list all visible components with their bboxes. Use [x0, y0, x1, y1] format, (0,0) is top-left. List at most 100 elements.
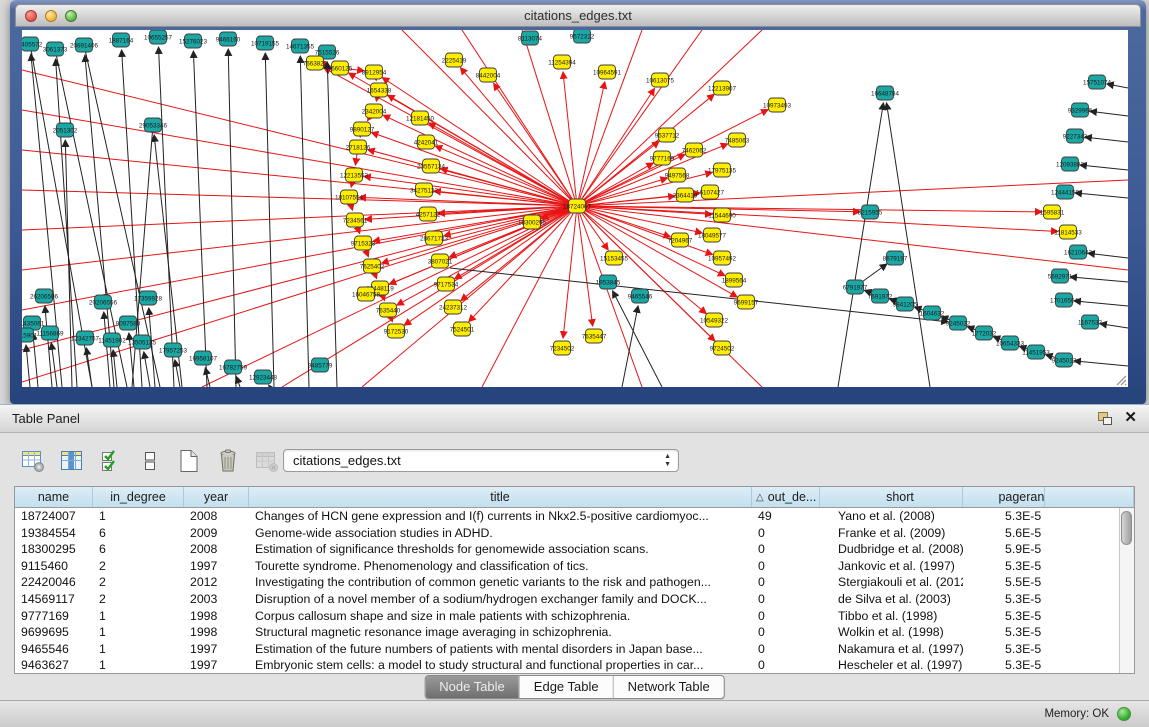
- graph-node[interactable]: 1899564: [722, 273, 747, 287]
- graph-node[interactable]: 1595831: [1040, 205, 1065, 219]
- graph-node[interactable]: 17016504: [1050, 293, 1079, 307]
- graph-node[interactable]: 11254394: [548, 55, 576, 69]
- graph-node[interactable]: 16782759: [219, 360, 248, 374]
- graph-node[interactable]: 9329966: [1068, 103, 1093, 117]
- graph-node[interactable]: 7234502: [550, 341, 575, 355]
- table-row[interactable]: 1456911722003Disruption of a novel membe…: [15, 591, 1134, 608]
- show-columns-icon[interactable]: [59, 448, 85, 474]
- graph-node[interactable]: 1167533: [1078, 315, 1103, 329]
- graph-node[interactable]: 17957253: [159, 343, 188, 357]
- graph-node[interactable]: 8912954: [362, 65, 387, 79]
- graph-node[interactable]: 8215955: [858, 205, 883, 219]
- float-panel-icon[interactable]: [1097, 411, 1113, 426]
- table-row[interactable]: 1872400712008Changes of HCN gene express…: [15, 508, 1134, 525]
- graph-node[interactable]: 10964591: [593, 65, 622, 79]
- import-table-disabled-icon[interactable]: [254, 448, 280, 474]
- graph-node[interactable]: 18049577: [698, 228, 727, 242]
- graph-node[interactable]: 11544690: [708, 208, 736, 222]
- graph-node[interactable]: 9466160: [216, 32, 241, 46]
- graph-node[interactable]: 7691972: [868, 289, 893, 303]
- graph-node[interactable]: 12093882: [1056, 157, 1085, 171]
- column-header-short[interactable]: short: [820, 487, 963, 507]
- column-header-in_degree[interactable]: in_degree: [93, 487, 184, 507]
- network-canvas[interactable]: 2405572306137320691406188716410655257152…: [22, 30, 1128, 387]
- resize-grip-icon[interactable]: [1114, 373, 1127, 386]
- graph-node[interactable]: 20557134: [417, 159, 446, 173]
- graph-node[interactable]: 10957492: [708, 251, 737, 265]
- table-row[interactable]: 1830029562008Estimation of significance …: [15, 541, 1134, 558]
- table-row[interactable]: 946554611997Estimation of the future num…: [15, 641, 1134, 658]
- graph-node[interactable]: 5692971: [1048, 269, 1073, 283]
- graph-node[interactable]: 8442004: [476, 68, 501, 82]
- graph-node[interactable]: 17975135: [708, 163, 737, 177]
- graph-node[interactable]: 7524501: [450, 322, 475, 336]
- graph-node[interactable]: 8679197: [883, 251, 908, 265]
- graph-node[interactable]: 9572312: [570, 30, 595, 43]
- graph-node[interactable]: 9699157: [734, 295, 759, 309]
- graph-node[interactable]: 3807021: [428, 254, 453, 268]
- graph-node[interactable]: 12213907: [708, 81, 737, 95]
- graph-node[interactable]: 9172530: [384, 324, 409, 338]
- graph-node[interactable]: 16210643: [1064, 245, 1093, 259]
- graph-node[interactable]: 11451953: [1022, 345, 1050, 359]
- graph-node[interactable]: 9724502: [710, 341, 735, 355]
- graph-node[interactable]: 34275122: [410, 183, 439, 197]
- graph-node[interactable]: 4242041: [414, 135, 439, 149]
- delete-table-icon[interactable]: [215, 448, 241, 474]
- tab-edge-table[interactable]: Edge Table: [520, 676, 614, 698]
- graph-node[interactable]: 2225419: [442, 53, 467, 67]
- graph-node[interactable]: 10719155: [251, 36, 280, 50]
- graph-node[interactable]: 9497568: [665, 168, 690, 182]
- graph-node[interactable]: 29053346: [139, 118, 168, 132]
- graph-node[interactable]: 12342757: [71, 331, 100, 345]
- table-row[interactable]: 977716911998Corpus callosum shape and si…: [15, 608, 1134, 625]
- graph-node[interactable]: 7204967: [668, 233, 693, 247]
- graph-node[interactable]: 7625402: [360, 259, 385, 273]
- graph-node[interactable]: 4257122: [416, 207, 441, 221]
- graph-node[interactable]: 14671355: [286, 39, 315, 53]
- graph-node[interactable]: 15153455: [600, 251, 629, 265]
- create-table-icon[interactable]: [176, 448, 202, 474]
- graph-node[interactable]: 9841205: [893, 297, 918, 311]
- graph-node[interactable]: 11814533: [1054, 225, 1082, 239]
- graph-node[interactable]: 12181450: [406, 111, 435, 125]
- table-row[interactable]: 2242004622012Investigating the contribut…: [15, 574, 1134, 591]
- graph-node[interactable]: 18107554: [335, 190, 364, 204]
- graph-node[interactable]: 7462062: [682, 143, 707, 157]
- tab-network-table[interactable]: Network Table: [614, 676, 724, 698]
- table-settings-icon[interactable]: [20, 448, 46, 474]
- graph-node[interactable]: 2718126: [346, 140, 371, 154]
- graph-node[interactable]: 1953845: [596, 275, 621, 289]
- graph-node[interactable]: 8113074: [518, 31, 543, 45]
- scrollbar-thumb[interactable]: [1121, 511, 1132, 545]
- window-titlebar[interactable]: citations_edges.txt: [15, 4, 1141, 27]
- table-row[interactable]: 946362711997Embryonic stem cells: a mode…: [15, 657, 1134, 674]
- column-header-out_de[interactable]: △out_de...: [752, 487, 820, 507]
- graph-node[interactable]: 9245022: [946, 316, 971, 330]
- graph-node[interactable]: 9890127: [350, 122, 375, 136]
- graph-node[interactable]: 6791977: [843, 280, 868, 294]
- column-header-title[interactable]: title: [249, 487, 752, 507]
- vertical-scrollbar[interactable]: [1119, 508, 1134, 673]
- table-row[interactable]: 1938455462009Genome-wide association stu…: [15, 525, 1134, 542]
- graph-node[interactable]: 15276023: [179, 34, 208, 48]
- graph-node[interactable]: 9227343: [1063, 129, 1088, 143]
- table-row[interactable]: 911546021997Tourette syndrome. Phenomeno…: [15, 558, 1134, 575]
- table-selector-dropdown[interactable]: citations_edges.txt ▲▼: [283, 449, 679, 472]
- graph-node[interactable]: 2051302: [53, 123, 78, 137]
- tab-node-table[interactable]: Node Table: [425, 676, 520, 698]
- graph-node[interactable]: 16958107: [189, 351, 218, 365]
- graph-node[interactable]: 11451902: [98, 333, 126, 347]
- graph-node[interactable]: 9465546: [628, 289, 653, 303]
- graph-node[interactable]: 9245012: [1052, 353, 1077, 367]
- graph-node[interactable]: 28671733: [420, 231, 449, 245]
- graph-node[interactable]: 10654333: [996, 336, 1025, 350]
- graph-node[interactable]: 7635447: [582, 329, 607, 343]
- graph-node[interactable]: 9537712: [655, 128, 680, 142]
- graph-node[interactable]: 10549322: [700, 313, 729, 327]
- column-header-year[interactable]: year: [184, 487, 249, 507]
- close-panel-icon[interactable]: ✕: [1124, 410, 1137, 426]
- graph-node[interactable]: 16107427: [696, 185, 725, 199]
- graph-node[interactable]: 9485779: [308, 358, 333, 372]
- graph-node[interactable]: 16648784: [871, 86, 900, 100]
